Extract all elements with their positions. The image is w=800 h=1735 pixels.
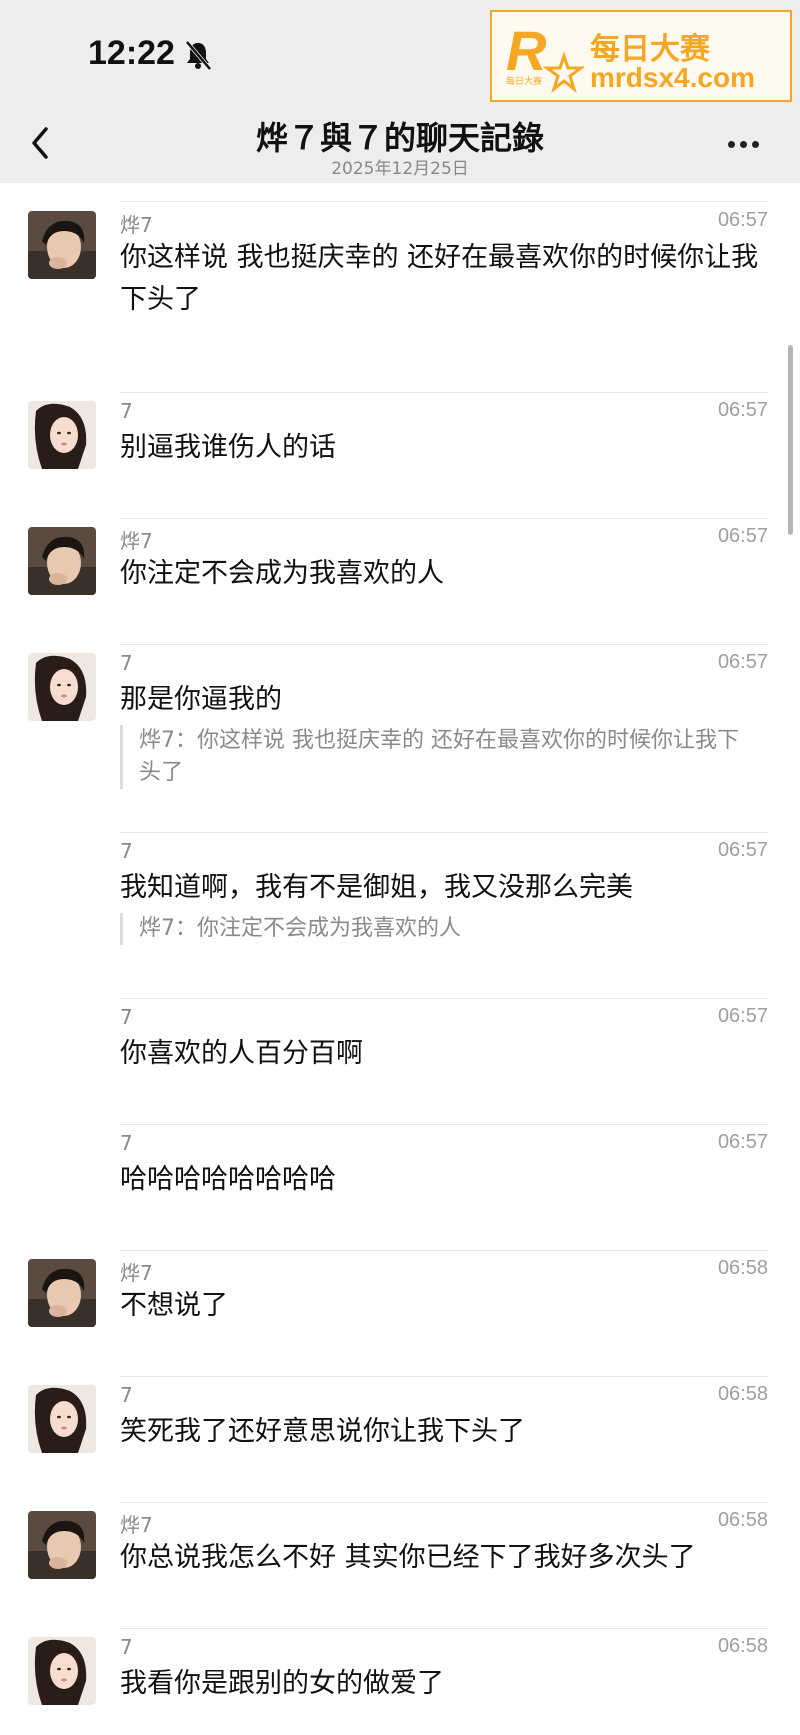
watermark-logo: R 每日大赛 bbox=[506, 20, 584, 94]
message-row[interactable]: 烨7 06:58 不想说了 bbox=[0, 1251, 800, 1377]
message-sender: 7 bbox=[120, 1635, 133, 1659]
chat-history: 烨7 06:57 你这样说 我也挺庆幸的 还好在最喜欢你的时候你让我下头了 7 06:5… bbox=[0, 183, 800, 1735]
scrollbar[interactable] bbox=[788, 345, 793, 535]
divider bbox=[120, 201, 768, 202]
page-title: 烨７與７的聊天記錄 bbox=[255, 119, 544, 157]
message-time: 06:58 bbox=[717, 1635, 768, 1657]
watermark-url: mrdsx4.com bbox=[590, 62, 755, 93]
watermark-logo-letter: R bbox=[506, 20, 547, 82]
message-sender: 7 bbox=[120, 399, 133, 423]
quoted-reply: 烨7：你注定不会成为我喜欢的人 bbox=[120, 913, 760, 945]
message-sender: 7 bbox=[120, 839, 133, 863]
message-text: 那是你逼我的 bbox=[120, 684, 282, 715]
avatar-boy[interactable] bbox=[28, 1259, 96, 1327]
message-row[interactable]: 7 06:57 别逼我谁伤人的话 bbox=[0, 393, 800, 519]
message-time: 06:57 bbox=[717, 1005, 768, 1027]
watermark-logo-small-text: 每日大赛 bbox=[506, 75, 542, 87]
message-time: 06:58 bbox=[717, 1257, 768, 1279]
avatar-boy[interactable] bbox=[28, 1511, 96, 1579]
message-row[interactable]: 7 06:57 我知道啊，我有不是御姐，我又没那么完美烨7：你注定不会成为我喜欢的人 bbox=[0, 833, 800, 999]
message-sender: 烨7 bbox=[120, 1513, 153, 1537]
message-text: 我知道啊，我有不是御姐，我又没那么完美 bbox=[120, 872, 633, 903]
message-row[interactable]: 7 06:57 哈哈哈哈哈哈哈哈 bbox=[0, 1125, 800, 1251]
message-text: 笑死我了还好意思说你让我下头了 bbox=[120, 1416, 525, 1447]
message-text: 你总说我怎么不好 其实你已经下了我好多次头了 bbox=[120, 1542, 696, 1573]
message-sender: 烨7 bbox=[120, 529, 153, 553]
nav-bar: 烨７與７的聊天記錄 2025年12月25日 bbox=[0, 105, 800, 183]
message-text: 哈哈哈哈哈哈哈哈 bbox=[120, 1164, 336, 1195]
message-text: 你喜欢的人百分百啊 bbox=[120, 1038, 363, 1069]
message-text: 你注定不会成为我喜欢的人 bbox=[120, 558, 444, 589]
message-time: 06:57 bbox=[717, 525, 768, 547]
watermark-badge: R 每日大赛 每日大赛 mrdsx4.com bbox=[490, 10, 792, 102]
message-time: 06:58 bbox=[717, 1383, 768, 1405]
message-row[interactable]: 7 06:57 那是你逼我的烨7：你这样说 我也挺庆幸的 还好在最喜欢你的时候你让我… bbox=[0, 645, 800, 833]
message-time: 06:57 bbox=[717, 209, 768, 231]
status-time: 12:22 bbox=[88, 34, 175, 72]
message-row[interactable]: 烨7 06:57 你注定不会成为我喜欢的人 bbox=[0, 519, 800, 645]
message-time: 06:57 bbox=[717, 839, 768, 861]
message-text: 不想说了 bbox=[120, 1290, 228, 1321]
avatar-girl[interactable] bbox=[28, 653, 96, 721]
status-bar: 12:22 R 每日大赛 每日大赛 mrdsx4.com bbox=[0, 0, 800, 105]
message-text: 我看你是跟别的女的做爱了 bbox=[120, 1668, 444, 1699]
message-row[interactable]: 7 06:58 笑死我了还好意思说你让我下头了 bbox=[0, 1377, 800, 1503]
message-text: 别逼我谁伤人的话 bbox=[120, 432, 336, 463]
message-sender: 烨7 bbox=[120, 1261, 153, 1285]
avatar-girl[interactable] bbox=[28, 401, 96, 469]
message-sender: 7 bbox=[120, 651, 133, 675]
message-time: 06:57 bbox=[717, 399, 768, 421]
message-text: 你这样说 我也挺庆幸的 还好在最喜欢你的时候你让我下头了 bbox=[120, 242, 759, 315]
message-row[interactable]: 7 06:57 你喜欢的人百分百啊 bbox=[0, 999, 800, 1125]
message-time: 06:57 bbox=[717, 651, 768, 673]
page-subtitle-date: 2025年12月25日 bbox=[331, 159, 469, 179]
message-sender: 7 bbox=[120, 1131, 133, 1155]
avatar-boy[interactable] bbox=[28, 211, 96, 279]
message-sender: 烨7 bbox=[120, 213, 153, 237]
more-options-icon[interactable] bbox=[728, 133, 768, 157]
avatar-girl[interactable] bbox=[28, 1637, 96, 1705]
message-sender: 7 bbox=[120, 1383, 133, 1407]
message-row[interactable]: 烨7 06:58 你总说我怎么不好 其实你已经下了我好多次头了 bbox=[0, 1503, 800, 1629]
message-row[interactable]: 7 06:58 我看你是跟别的女的做爱了 bbox=[0, 1629, 800, 1735]
avatar-boy[interactable] bbox=[28, 527, 96, 595]
message-row[interactable]: 烨7 06:57 你这样说 我也挺庆幸的 还好在最喜欢你的时候你让我下头了 bbox=[0, 203, 800, 393]
quoted-reply: 烨7：你这样说 我也挺庆幸的 还好在最喜欢你的时候你让我下头了 bbox=[120, 725, 760, 789]
message-time: 06:57 bbox=[717, 1131, 768, 1153]
message-sender: 7 bbox=[120, 1005, 133, 1029]
avatar-girl[interactable] bbox=[28, 1385, 96, 1453]
bell-muted-icon bbox=[185, 40, 212, 70]
message-time: 06:58 bbox=[717, 1509, 768, 1531]
